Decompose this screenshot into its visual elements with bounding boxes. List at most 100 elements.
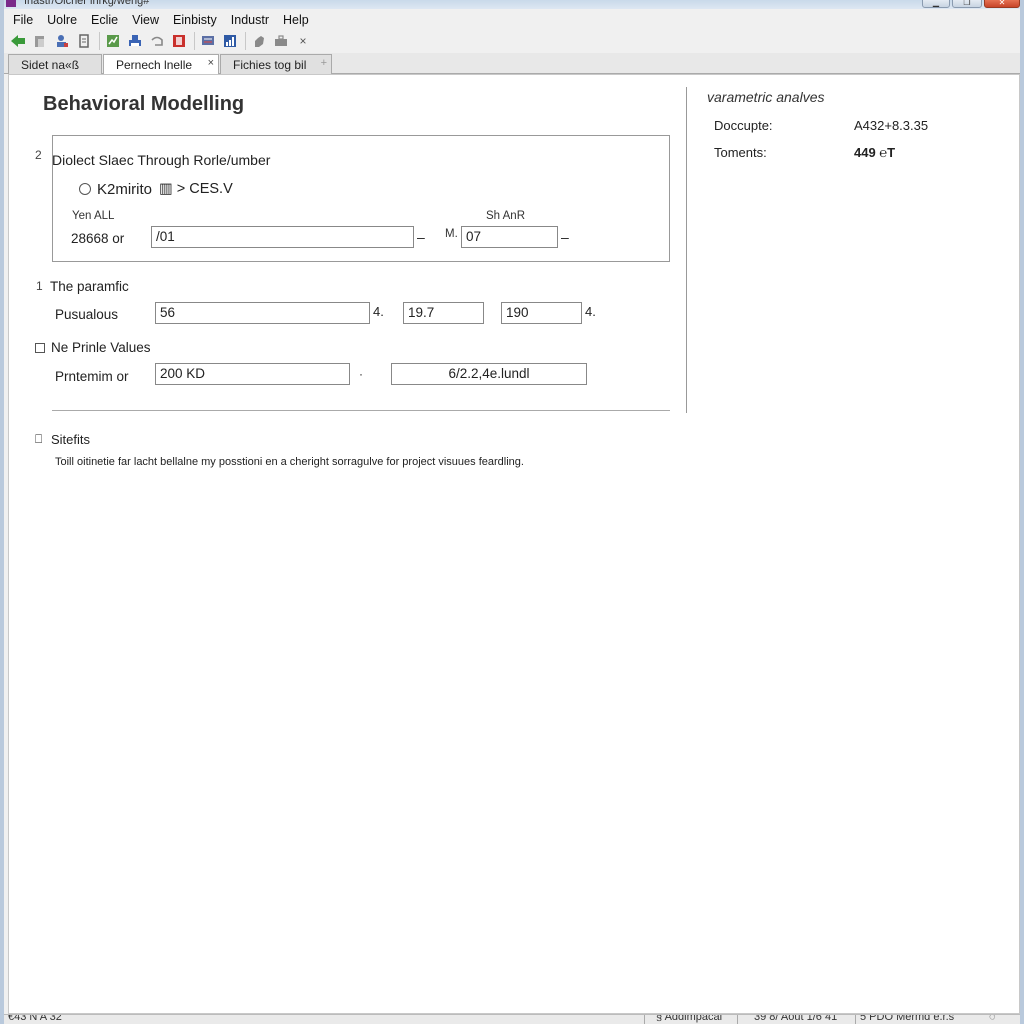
field-suffix: – bbox=[561, 229, 569, 245]
field-yen[interactable]: /01 bbox=[151, 226, 414, 248]
sidepanel-key: Doccupte: bbox=[714, 118, 773, 133]
bar-chart-button[interactable] bbox=[221, 32, 239, 50]
checkbox-prinle-values[interactable] bbox=[35, 343, 45, 353]
briefcase-icon bbox=[275, 35, 287, 46]
section-number: 1 bbox=[36, 279, 43, 293]
menu-edit[interactable]: Uolre bbox=[47, 13, 77, 27]
status-separator bbox=[855, 1015, 856, 1024]
section2-heading: The paramfic bbox=[50, 279, 129, 294]
radio-label: K2mirito bbox=[97, 181, 153, 198]
column-label-sh: Sh AnR bbox=[486, 210, 525, 222]
print-icon bbox=[129, 35, 141, 46]
monitor-button[interactable] bbox=[199, 32, 217, 50]
app-icon bbox=[6, 0, 16, 7]
tab-fichies[interactable]: Fichies tog bil + bbox=[220, 54, 332, 74]
sidepanel-key: Toments: bbox=[714, 145, 767, 160]
status-item: 5 PDO Mermd e.r.s bbox=[860, 1014, 955, 1023]
panel-divider bbox=[686, 87, 687, 413]
user-button[interactable] bbox=[53, 32, 71, 50]
title-bar: Inastr/Oicher inrkg/weng# ▁ ❐ ✕ bbox=[4, 0, 1020, 9]
status-left: €43 N A 32 bbox=[8, 1014, 62, 1023]
field-prefix: M. bbox=[445, 228, 458, 240]
paste-button[interactable] bbox=[31, 32, 49, 50]
field-suffix: 4. bbox=[585, 304, 596, 319]
back-button[interactable] bbox=[9, 32, 27, 50]
chart-button[interactable] bbox=[104, 32, 122, 50]
menu-industry[interactable]: Industr bbox=[231, 13, 269, 27]
section3-heading: Ne Prinle Values bbox=[51, 340, 151, 355]
tab-bar: Sidet na«ß Pernech lnelle × Fichies tog … bbox=[4, 53, 1020, 75]
tab-sidet[interactable]: Sidet na«ß bbox=[8, 54, 102, 74]
bar-chart-icon bbox=[224, 35, 236, 47]
document-icon bbox=[79, 34, 89, 48]
menu-einbisty[interactable]: Einbisty bbox=[173, 13, 217, 27]
sidepanel-value: A432+8.3.35 bbox=[854, 118, 929, 133]
divider bbox=[52, 410, 670, 411]
section1-heading: Diolect Slaec Through Rorle/umber bbox=[52, 152, 271, 168]
field-prntemim[interactable]: 200 KD bbox=[155, 363, 350, 385]
document-button[interactable] bbox=[75, 32, 93, 50]
section4-heading: Sitefits bbox=[51, 432, 91, 447]
tab-pernech[interactable]: Pernech lnelle × bbox=[103, 54, 219, 75]
undo-icon bbox=[151, 36, 163, 46]
toolbar-close-button[interactable]: × bbox=[294, 32, 312, 50]
resize-grip-icon[interactable]: ◌ bbox=[989, 1015, 996, 1023]
chart-green-icon bbox=[107, 35, 119, 47]
status-item: § Addimpacal bbox=[656, 1014, 723, 1023]
paste-icon bbox=[35, 36, 44, 47]
undo-button[interactable] bbox=[148, 32, 166, 50]
report-button[interactable] bbox=[170, 32, 188, 50]
minimize-button[interactable]: ▁ bbox=[922, 0, 950, 8]
menu-eclie[interactable]: Eclie bbox=[91, 13, 118, 27]
field-sh[interactable]: 07 bbox=[461, 226, 558, 248]
row-label: Prntemim or bbox=[55, 369, 129, 384]
row-label: Pusualous bbox=[55, 307, 119, 322]
field-date[interactable]: 6/2.2,4e.lundl bbox=[391, 363, 587, 385]
briefcase-button[interactable] bbox=[272, 32, 290, 50]
menu-view[interactable]: View bbox=[132, 13, 159, 27]
status-separator bbox=[737, 1015, 738, 1024]
bookmark-icon: ⎕ bbox=[35, 432, 43, 446]
application-window: Inastr/Oicher inrkg/weng# ▁ ❐ ✕ File Uol… bbox=[0, 0, 1024, 1024]
field-pusualous[interactable]: 56 bbox=[155, 302, 370, 324]
menu-help[interactable]: Help bbox=[283, 13, 309, 27]
section4-description: Toill oitinetie far lacht bellalne my po… bbox=[55, 456, 524, 468]
tab-label: Sidet na«ß bbox=[21, 58, 80, 72]
field-suffix: 4. bbox=[373, 304, 384, 319]
sidepanel-value: 449 ℮T bbox=[854, 145, 896, 160]
separator-dot: · bbox=[359, 367, 363, 381]
hand-icon bbox=[255, 36, 264, 47]
page-title: Behavioral Modelling bbox=[43, 93, 245, 115]
tab-close-icon[interactable]: × bbox=[208, 57, 214, 69]
field-suffix: – bbox=[417, 229, 425, 245]
section-number: 2 bbox=[35, 148, 42, 162]
field-value-3[interactable]: 190 bbox=[501, 302, 582, 324]
radio-k2[interactable] bbox=[79, 183, 91, 195]
hand-button[interactable] bbox=[250, 32, 268, 50]
close-window-button[interactable]: ✕ bbox=[984, 0, 1020, 8]
back-arrow-icon bbox=[11, 35, 25, 47]
row-label: 28668 or bbox=[71, 231, 125, 246]
report-icon bbox=[173, 35, 185, 47]
maximize-button[interactable]: ❐ bbox=[952, 0, 982, 8]
sidepanel-title: varametric analves bbox=[707, 89, 825, 105]
toolbar: × bbox=[4, 30, 1020, 52]
field-value-2[interactable]: 19.7 bbox=[403, 302, 484, 324]
toolbar-separator bbox=[245, 32, 246, 50]
tab-label: Pernech lnelle bbox=[116, 58, 193, 72]
print-button[interactable] bbox=[126, 32, 144, 50]
status-bar: €43 N A 32 § Addimpacal 39 8/ Aout 1/6 4… bbox=[4, 1014, 1020, 1024]
column-label-yen: Yen ALL bbox=[72, 210, 115, 222]
status-separator bbox=[644, 1015, 645, 1024]
monitor-icon bbox=[202, 36, 214, 45]
main-content: Behavioral Modelling 2 Diolect Slaec Thr… bbox=[8, 74, 1020, 1014]
window-title: Inastr/Oicher inrkg/weng# bbox=[24, 0, 150, 7]
menu-file[interactable]: File bbox=[13, 13, 33, 27]
tab-add-icon[interactable]: + bbox=[321, 57, 327, 69]
toolbar-separator bbox=[194, 32, 195, 50]
toolbar-separator bbox=[99, 32, 100, 50]
status-item: 39 8/ Aout 1/6 41 bbox=[754, 1014, 838, 1023]
menu-bar: File Uolre Eclie View Einbisty Industr H… bbox=[4, 9, 1020, 30]
user-icon bbox=[57, 35, 68, 47]
arrow-label: ▥ > CES.V bbox=[159, 181, 233, 197]
